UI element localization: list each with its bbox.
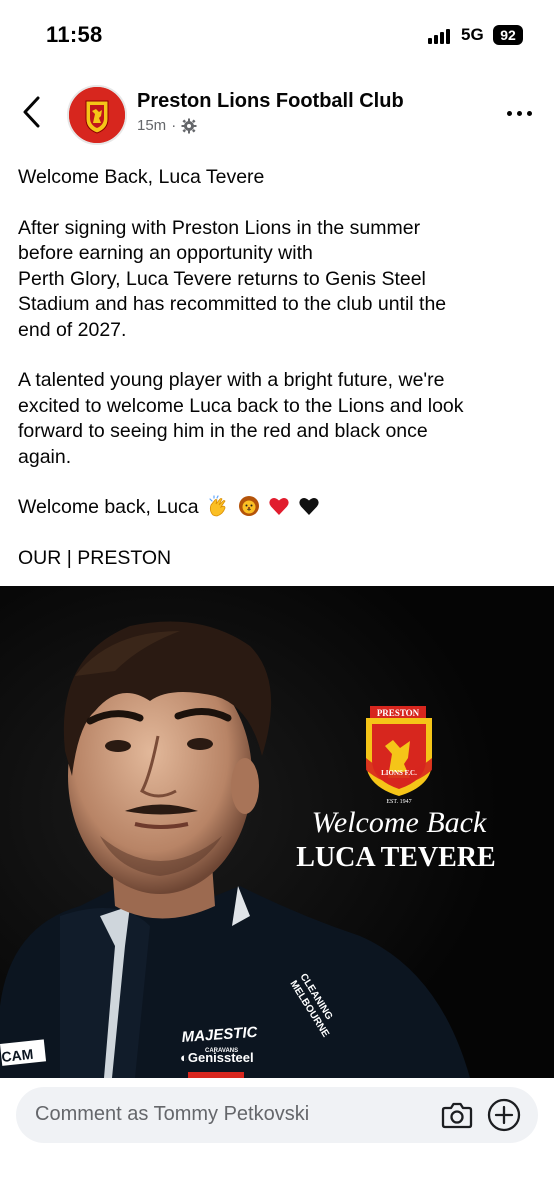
text-line: A talented young player with a bright fu…	[18, 369, 445, 391]
crest-est-text: EST. 1947	[386, 799, 411, 805]
text-line: forward to seeing him in the red and bla…	[18, 420, 428, 442]
player-photo-graphic: MAJESTIC CARAVANS ◐Genissteel CLEANING M…	[0, 586, 554, 1078]
post-body: Welcome Back, Luca Tevere After signing …	[18, 165, 538, 596]
text-line: Stadium and has recommitted to the club …	[18, 293, 447, 315]
post-sign-off: Welcome back, Luca	[18, 495, 538, 521]
back-button[interactable]	[18, 94, 50, 130]
text-line: excited to welcome Luca back to the Lion…	[18, 394, 464, 417]
page-name[interactable]: Preston Lions Football Club	[137, 90, 404, 113]
plus-circle-icon	[487, 1098, 521, 1132]
post-paragraph-1: After signing with Preston Lions in the …	[18, 216, 538, 344]
chevron-left-icon	[23, 96, 40, 128]
sponsor-cam: CAM	[1, 1046, 34, 1065]
meta-separator: ·	[171, 117, 177, 134]
post-meta: 15m ·	[137, 117, 197, 134]
red-heart-icon	[269, 497, 289, 515]
comment-input[interactable]: Comment as Tommy Petkovski	[16, 1087, 538, 1143]
more-dot	[526, 110, 532, 116]
image-headline-script: Welcome Back	[312, 806, 487, 839]
text-line: before earning an opportunity with	[18, 242, 313, 264]
lion-face-icon	[238, 496, 259, 516]
post-time[interactable]: 15m	[137, 117, 166, 134]
club-crest-icon	[69, 87, 125, 143]
camera-button[interactable]	[441, 1100, 473, 1130]
post-tagline: OUR | PRESTON	[18, 546, 172, 569]
add-attachment-button[interactable]	[487, 1098, 521, 1132]
post-header: Preston Lions Football Club 15m ·	[0, 80, 554, 152]
text-line: Perth Glory, Luca Tevere returns to Geni…	[18, 267, 426, 290]
privacy-gear-icon[interactable]	[181, 118, 197, 134]
black-heart-icon	[299, 497, 319, 515]
page-avatar[interactable]	[67, 85, 127, 145]
crest-bottom-text: LIONS F.C.	[381, 769, 417, 777]
more-dot	[506, 110, 512, 116]
post-paragraph-2: A talented young player with a bright fu…	[18, 368, 538, 470]
post-title: Welcome Back, Luca Tevere	[18, 166, 265, 188]
sponsor-genissteel: ◐Genissteel	[180, 1050, 254, 1065]
cellular-signal-icon	[428, 28, 454, 44]
battery-icon: 92	[493, 25, 523, 45]
comment-bar: Comment as Tommy Petkovski	[0, 1078, 554, 1200]
more-dot	[516, 110, 522, 116]
clapping-hands-icon	[209, 495, 226, 517]
comment-placeholder: Comment as Tommy Petkovski	[35, 1103, 310, 1125]
text-line: end of 2027.	[18, 318, 127, 341]
sign-off-text: Welcome back, Luca	[18, 496, 199, 518]
status-bar: 11:58 5G 92	[0, 0, 554, 70]
status-time: 11:58	[46, 22, 103, 47]
crest-top-text: PRESTON	[377, 708, 420, 718]
image-headline-name: LUCA TEVERE	[296, 842, 495, 873]
more-options-button[interactable]	[502, 104, 536, 122]
network-type: 5G	[461, 25, 484, 44]
post-image[interactable]: MAJESTIC CARAVANS ◐Genissteel CLEANING M…	[0, 586, 554, 1078]
text-line: again.	[18, 445, 72, 468]
text-line: After signing with Preston Lions in the …	[18, 216, 421, 239]
camera-icon	[441, 1102, 473, 1129]
